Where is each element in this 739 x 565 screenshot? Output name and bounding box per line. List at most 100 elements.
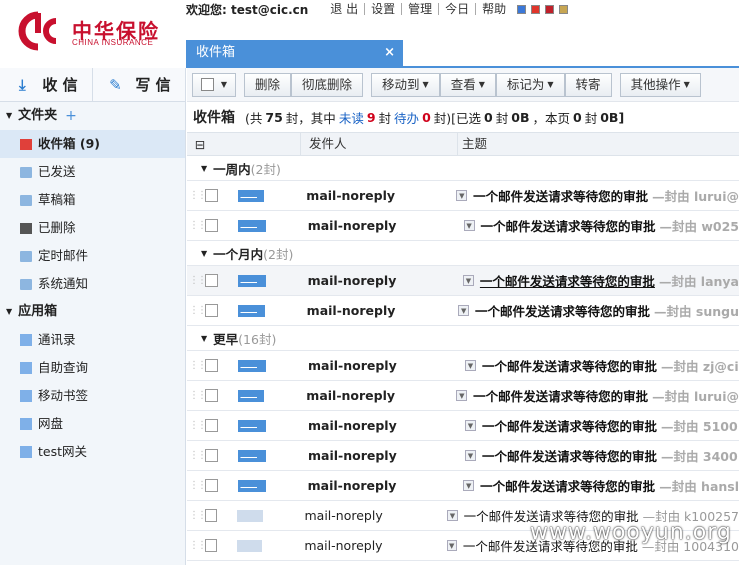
expand-icon[interactable]: ▼ xyxy=(446,540,457,551)
unread-link[interactable]: 未读 xyxy=(339,108,364,127)
mail-row[interactable]: ⋮⋮ mail-noreply ▼ 一个邮件发送请求等待您的审批 —封由 lurui@ xyxy=(187,381,739,411)
expand-icon[interactable]: ▼ xyxy=(458,305,470,316)
group-header[interactable]: ▼ 一个月内 (2封) xyxy=(187,241,739,266)
drag-handle-icon[interactable]: ⋮⋮ xyxy=(189,510,207,521)
help-link[interactable]: 帮助 xyxy=(475,3,512,15)
logout-link[interactable]: 退 出 xyxy=(324,3,364,15)
expand-icon[interactable]: ▼ xyxy=(465,450,476,461)
manage-link[interactable]: 管理 xyxy=(401,3,438,15)
sidebar-item-bookmarks[interactable]: 移动书签 xyxy=(0,382,185,410)
move-to-button[interactable]: 移动到 ▼ xyxy=(371,72,440,97)
close-icon[interactable]: × xyxy=(384,40,395,66)
folders-section[interactable]: ▼ 文件夹 + xyxy=(0,102,185,130)
mail-row[interactable]: ⋮⋮ mail-noreply ▼ 一个邮件发送请求等待您的审批 —封由 3400 xyxy=(187,441,739,471)
column-settings-icon[interactable]: ⊟ xyxy=(187,137,213,152)
expand-icon[interactable]: ▼ xyxy=(447,510,458,521)
subject[interactable]: 一个邮件发送请求等待您的审批 xyxy=(482,416,657,435)
perm-delete-button[interactable]: 彻底删除 xyxy=(291,72,364,97)
row-checkbox[interactable] xyxy=(205,449,218,462)
mail-row[interactable]: ⋮⋮ mail-noreply ▼ 一个邮件发送请求等待您的审批 —封由 w025 xyxy=(187,211,739,241)
skin-blue[interactable] xyxy=(517,4,527,14)
expand-icon[interactable]: ▼ xyxy=(463,480,475,491)
row-checkbox[interactable] xyxy=(205,509,218,522)
mail-row[interactable]: ⋮⋮ mail-noreply ▼ 一个邮件发送请求等待您的审批 —封由 5100 xyxy=(187,411,739,441)
mark-as-button[interactable]: 标记为 ▼ xyxy=(495,72,565,97)
drag-handle-icon[interactable]: ⋮⋮ xyxy=(189,360,207,371)
drag-handle-icon[interactable]: ⋮⋮ xyxy=(189,390,207,401)
subject[interactable]: 一个邮件发送请求等待您的审批 xyxy=(475,301,650,320)
app-icon xyxy=(20,390,32,402)
more-actions-button[interactable]: 其他操作 ▼ xyxy=(619,72,701,97)
sidebar-item-gateway[interactable]: test网关 xyxy=(0,438,185,466)
skin-red[interactable] xyxy=(531,4,541,14)
sidebar-item-netdisk[interactable]: 网盘 xyxy=(0,410,185,438)
today-link[interactable]: 今日 xyxy=(438,3,475,15)
mail-row[interactable]: ⋮⋮ mail-noreply ▼ 一个邮件发送请求等待您的审批 —封由 lanya xyxy=(187,266,739,296)
expand-icon[interactable]: ▼ xyxy=(463,275,474,286)
drag-handle-icon[interactable]: ⋮⋮ xyxy=(189,480,207,491)
sidebar-item-scheduled[interactable]: 定时邮件 xyxy=(0,242,185,270)
expand-icon[interactable]: ▼ xyxy=(456,190,468,201)
select-all-dropdown[interactable]: ▼ xyxy=(192,72,236,97)
settings-link[interactable]: 设置 xyxy=(364,3,401,15)
row-checkbox[interactable] xyxy=(205,189,218,202)
delete-button[interactable]: 删除 xyxy=(244,72,292,97)
view-button[interactable]: 查看 ▼ xyxy=(439,72,496,97)
chevron-down-icon: ▼ xyxy=(220,79,228,89)
drag-handle-icon[interactable]: ⋮⋮ xyxy=(189,305,207,316)
tab-inbox[interactable]: 收件箱 × xyxy=(186,40,403,66)
column-sender[interactable]: 发件人 xyxy=(301,133,458,155)
mail-row[interactable]: ⋮⋮ mail-noreply ▼ 一个邮件发送请求等待您的审批 —封由 sungu xyxy=(187,296,739,326)
row-checkbox[interactable] xyxy=(205,274,218,287)
expand-icon[interactable]: ▼ xyxy=(463,220,475,231)
sidebar-item-sent[interactable]: 已发送 xyxy=(0,158,185,186)
todo-link[interactable]: 待办 xyxy=(394,108,419,127)
mail-row[interactable]: ⋮⋮ mail-noreply ▼ 一个邮件发送请求等待您的审批 —封由 zj@ci xyxy=(187,351,739,381)
subject[interactable]: 一个邮件发送请求等待您的审批 xyxy=(480,271,655,290)
group-header[interactable]: ▼ 一周内 (2封) xyxy=(187,156,739,181)
row-checkbox[interactable] xyxy=(205,389,218,402)
receive-button[interactable]: ⤓ 收 信 xyxy=(0,68,93,101)
expand-icon[interactable]: ▼ xyxy=(456,390,468,401)
expand-icon[interactable]: ▼ xyxy=(465,360,476,371)
subject[interactable]: 一个邮件发送请求等待您的审批 xyxy=(480,476,655,495)
group-header[interactable]: ▼ 更早 (16封) xyxy=(187,326,739,351)
row-checkbox[interactable] xyxy=(205,359,218,372)
skin-gold[interactable] xyxy=(559,4,569,14)
compose-button[interactable]: ✎ 写 信 xyxy=(93,68,185,101)
drag-handle-icon[interactable]: ⋮⋮ xyxy=(189,190,207,201)
sidebar-item-inbox[interactable]: 收件箱 (9) xyxy=(0,130,185,158)
skin-darkred[interactable] xyxy=(545,4,555,14)
subject[interactable]: 一个邮件发送请求等待您的审批 xyxy=(481,216,656,235)
drag-handle-icon[interactable]: ⋮⋮ xyxy=(189,540,207,551)
forward-button[interactable]: 转寄 xyxy=(564,72,612,97)
drag-handle-icon[interactable]: ⋮⋮ xyxy=(189,275,207,286)
sidebar-item-selfquery[interactable]: 自助查询 xyxy=(0,354,185,382)
sender: mail-noreply xyxy=(307,478,397,493)
group-count: (2封) xyxy=(250,161,281,177)
subject[interactable]: 一个邮件发送请求等待您的审批 xyxy=(473,386,648,405)
drag-handle-icon[interactable]: ⋮⋮ xyxy=(189,450,207,461)
expand-icon[interactable]: ▼ xyxy=(465,420,476,431)
apps-section[interactable]: ▼ 应用箱 xyxy=(0,298,185,326)
row-checkbox[interactable] xyxy=(205,304,218,317)
sidebar-item-label: 已发送 xyxy=(38,164,76,179)
row-checkbox[interactable] xyxy=(205,419,218,432)
subject[interactable]: 一个邮件发送请求等待您的审批 xyxy=(482,356,657,375)
sidebar-item-label: 系统通知 xyxy=(38,276,89,291)
sidebar-item-drafts[interactable]: 草稿箱 xyxy=(0,186,185,214)
add-folder-icon[interactable]: + xyxy=(65,102,77,130)
row-checkbox[interactable] xyxy=(205,479,218,492)
sidebar-item-contacts[interactable]: 通讯录 xyxy=(0,326,185,354)
subject[interactable]: 一个邮件发送请求等待您的审批 xyxy=(482,446,657,465)
subject[interactable]: 一个邮件发送请求等待您的审批 xyxy=(473,186,648,205)
drag-handle-icon[interactable]: ⋮⋮ xyxy=(189,420,207,431)
row-checkbox[interactable] xyxy=(205,539,217,552)
drag-handle-icon[interactable]: ⋮⋮ xyxy=(189,220,207,231)
column-subject[interactable]: 主题 xyxy=(458,133,487,155)
row-checkbox[interactable] xyxy=(205,219,218,232)
mail-row[interactable]: ⋮⋮ mail-noreply ▼ 一个邮件发送请求等待您的审批 —封由 hansl xyxy=(187,471,739,501)
sidebar-item-notices[interactable]: 系统通知 xyxy=(0,270,185,298)
sidebar-item-deleted[interactable]: 已删除 xyxy=(0,214,185,242)
mail-row[interactable]: ⋮⋮ mail-noreply ▼ 一个邮件发送请求等待您的审批 —封由 lurui@ xyxy=(187,181,739,211)
